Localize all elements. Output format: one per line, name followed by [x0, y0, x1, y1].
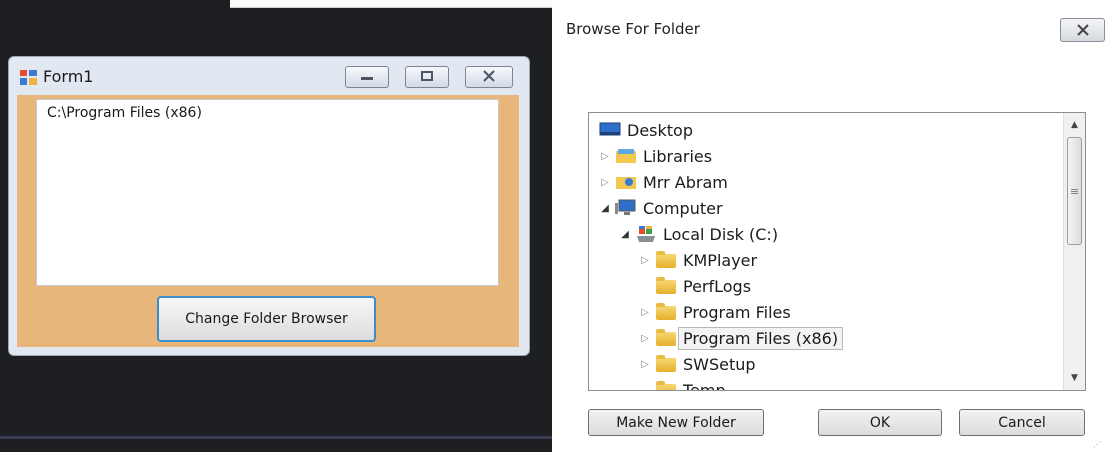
grip-lines-icon: ≡ [1069, 184, 1080, 198]
taskbar-edge [0, 436, 552, 439]
collapse-arrow-icon[interactable]: ◢ [599, 203, 611, 214]
tree-item-label: SWSetup [683, 354, 756, 374]
folder-icon [655, 251, 677, 269]
path-textbox-value: C:\Program Files (x86) [47, 105, 202, 121]
form1-titlebar[interactable]: Form1 [9, 57, 529, 95]
expand-arrow-icon[interactable]: ▷ [599, 151, 611, 162]
folder-icon [655, 277, 677, 295]
dialog-title: Browse For Folder [566, 20, 700, 38]
user-folder-icon [615, 173, 637, 191]
background-strip [230, 0, 552, 8]
tree-item-desktop[interactable]: Desktop [599, 117, 693, 143]
tree-item-label: Program Files [683, 302, 791, 322]
tree-item-program-files[interactable]: ▷ Program Files [639, 299, 791, 325]
tree-item-label: Mrr Abram [643, 172, 728, 192]
tree-item-perflogs[interactable]: PerfLogs [655, 273, 751, 299]
tree-item-label: Desktop [627, 120, 693, 140]
form1-client-area: C:\Program Files (x86) Change Folder Bro… [17, 95, 519, 347]
close-icon [1076, 24, 1089, 36]
folder-icon [655, 381, 677, 390]
scroll-down-arrow-icon: ▼ [1071, 373, 1078, 383]
scroll-up-button[interactable]: ▲ [1064, 115, 1085, 135]
tree-item-mrr-abram[interactable]: ▷ Mrr Abram [599, 169, 728, 195]
folder-icon [655, 303, 677, 321]
tree-item-label: Program Files (x86) [678, 326, 844, 350]
folder-tree[interactable]: Desktop ▷ Libraries ▷ Mrr Abram ◢ Comput… [588, 112, 1086, 391]
tree-item-computer[interactable]: ◢ Computer [599, 195, 723, 221]
resize-grip-icon[interactable]: ⋰ [1093, 440, 1103, 450]
tree-item-label: KMPlayer [683, 250, 758, 270]
browse-for-folder-dialog: Browse For Folder Desktop ▷ Libraries ▷ [552, 0, 1105, 452]
scroll-down-button[interactable]: ▼ [1064, 368, 1085, 388]
maximize-icon [420, 70, 434, 85]
close-button[interactable] [465, 66, 513, 88]
path-textbox[interactable]: C:\Program Files (x86) [36, 99, 499, 286]
minimize-button[interactable] [345, 66, 389, 88]
tree-item-label: Libraries [643, 146, 713, 166]
scrollbar-thumb[interactable]: ≡ [1067, 137, 1082, 245]
collapse-arrow-icon[interactable]: ◢ [619, 229, 631, 240]
computer-icon [615, 199, 637, 217]
folder-icon [655, 355, 677, 373]
expand-arrow-icon[interactable]: ▷ [639, 359, 651, 370]
tree-item-label: PerfLogs [683, 276, 752, 296]
tree-item-libraries[interactable]: ▷ Libraries [599, 143, 712, 169]
form1-window: Form1 C:\Program Files (x86) Change Fold… [8, 56, 530, 356]
tree-item-program-files-x86[interactable]: ▷ Program Files (x86) [639, 325, 844, 351]
tree-item-kmplayer[interactable]: ▷ KMPlayer [639, 247, 757, 273]
make-new-folder-button[interactable]: Make New Folder [588, 409, 764, 436]
change-folder-browser-button[interactable]: Change Folder Browser [157, 296, 376, 342]
tree-item-label: Temp [683, 380, 726, 391]
form1-title: Form1 [43, 67, 94, 86]
disk-icon [635, 225, 657, 243]
desktop-background: Form1 C:\Program Files (x86) Change Fold… [0, 0, 552, 452]
libraries-icon [615, 147, 637, 165]
minimize-icon [360, 71, 374, 84]
scroll-up-arrow-icon: ▲ [1071, 120, 1078, 130]
tree-item-temp[interactable]: Temp [655, 377, 726, 391]
tree-item-label: Computer [643, 198, 723, 218]
tree-item-local-disk[interactable]: ◢ Local Disk (C:) [619, 221, 778, 247]
expand-arrow-icon[interactable]: ▷ [639, 307, 651, 318]
expand-arrow-icon[interactable]: ▷ [639, 333, 651, 344]
tree-scrollbar[interactable]: ▲ ≡ ▼ [1063, 113, 1085, 390]
form-app-icon [20, 70, 37, 85]
expand-arrow-icon[interactable]: ▷ [639, 255, 651, 266]
maximize-button[interactable] [405, 66, 449, 88]
expand-arrow-icon[interactable]: ▷ [599, 177, 611, 188]
dialog-close-button[interactable] [1060, 18, 1105, 42]
tree-item-swsetup[interactable]: ▷ SWSetup [639, 351, 756, 377]
ok-button[interactable]: OK [818, 409, 942, 436]
close-icon [482, 69, 496, 85]
tree-item-label: Local Disk (C:) [663, 224, 779, 244]
desktop-icon [599, 121, 621, 139]
cancel-button[interactable]: Cancel [959, 409, 1085, 436]
folder-icon [655, 329, 677, 347]
